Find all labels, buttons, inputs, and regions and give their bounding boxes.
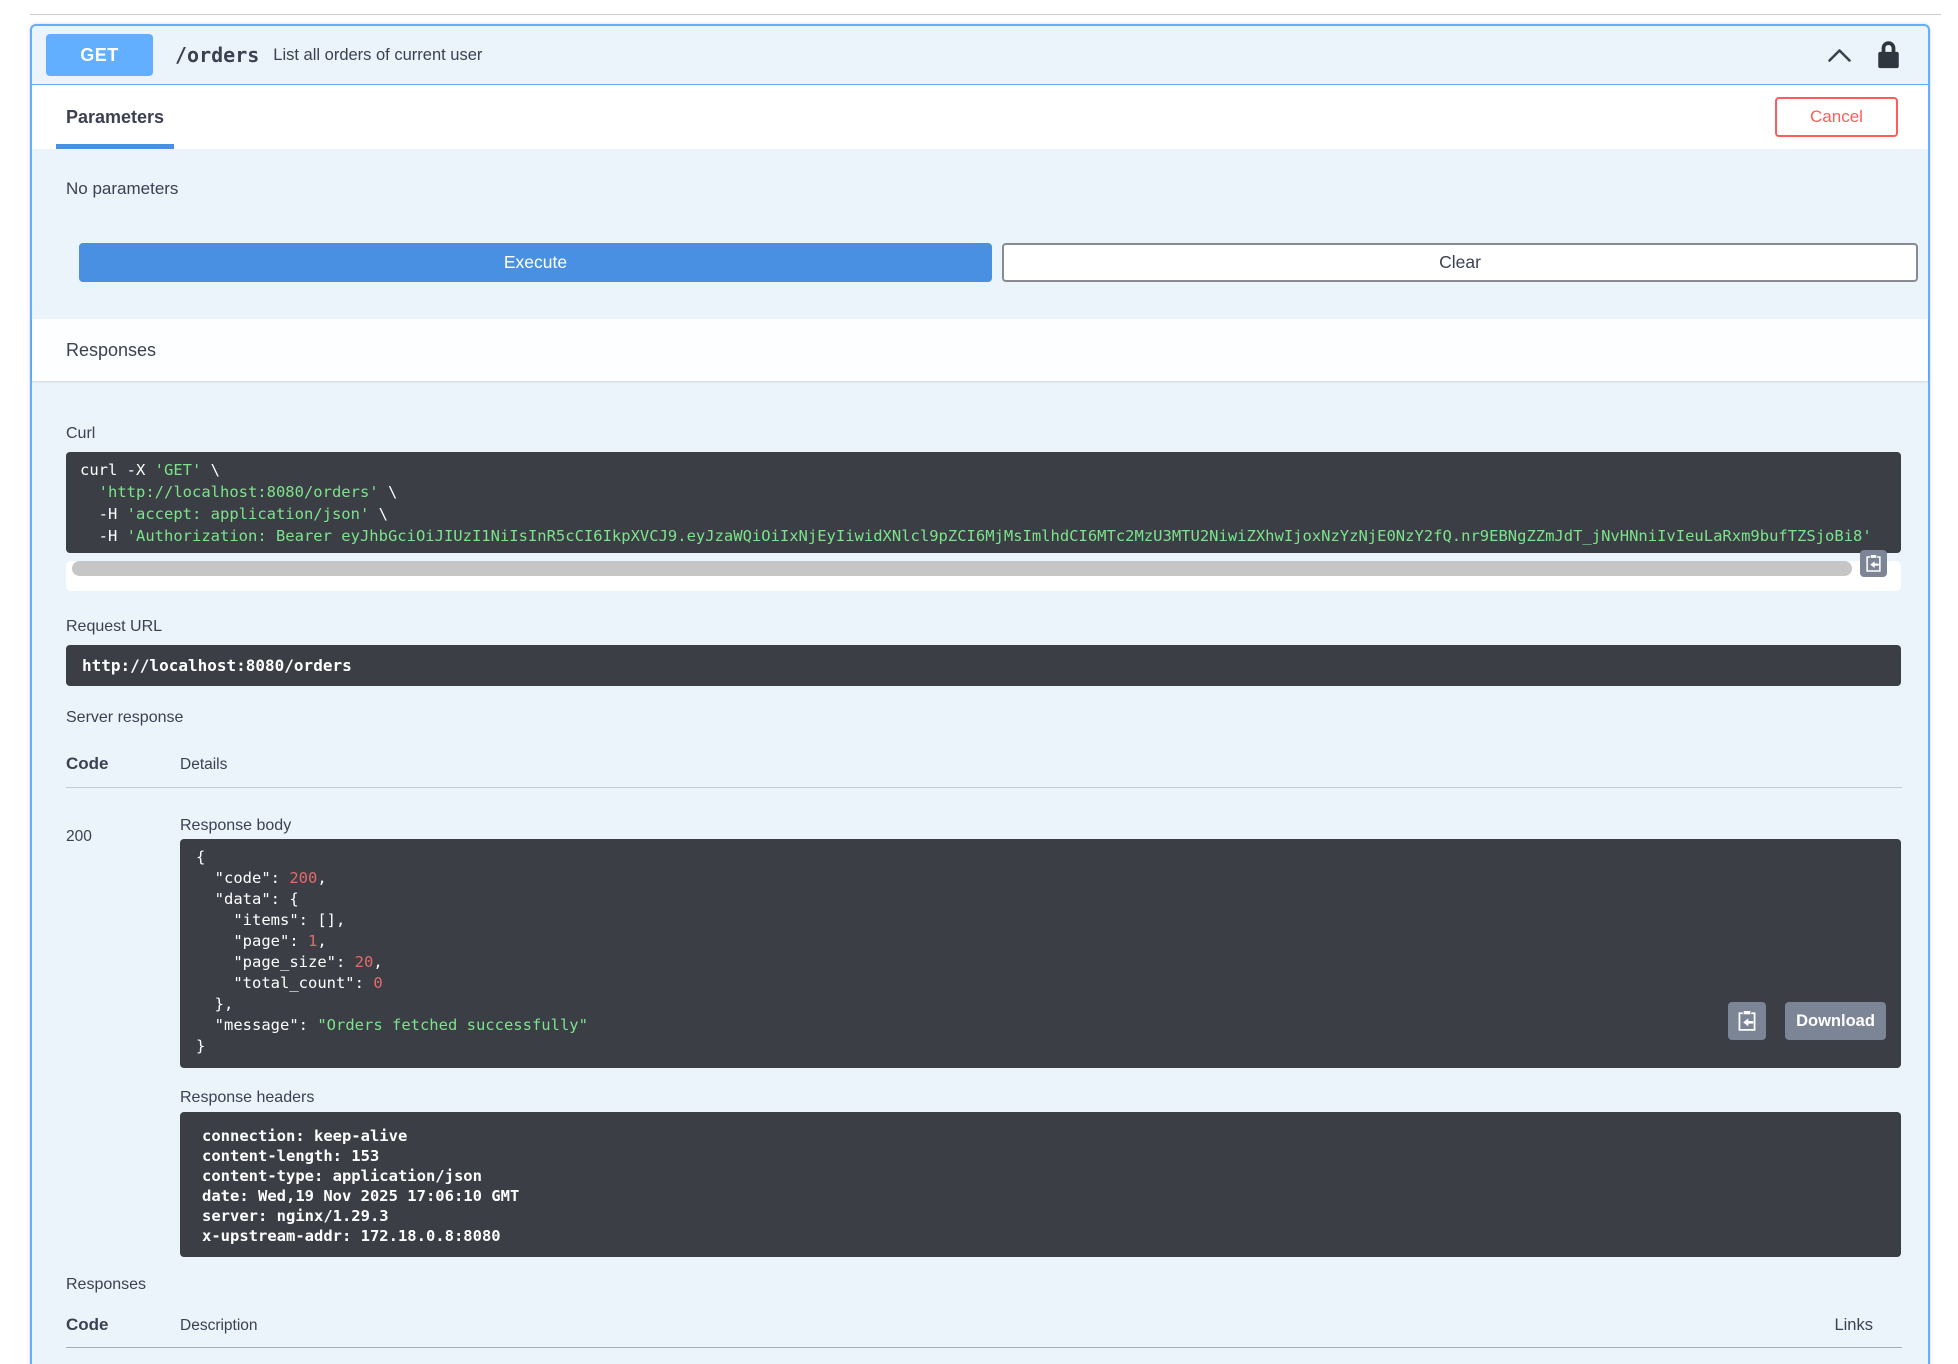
no-parameters-text: No parameters bbox=[66, 179, 179, 198]
responses-code-header: Code bbox=[66, 1315, 109, 1334]
responses-section-title: Responses bbox=[66, 339, 157, 360]
status-code: 200 bbox=[66, 828, 92, 845]
parameters-section: No parameters Execute Clear bbox=[32, 149, 1928, 319]
execute-row: Execute Clear bbox=[79, 243, 1918, 282]
endpoint-path: /orders bbox=[175, 43, 260, 67]
opblock-get-orders: GET /orders List all orders of current u… bbox=[30, 24, 1930, 1364]
curl-label: Curl bbox=[66, 425, 96, 442]
responses-section-body: Curl curl -X 'GET' \ 'http://localhost:8… bbox=[32, 381, 1928, 1348]
copy-curl-button[interactable] bbox=[1860, 550, 1887, 577]
method-badge: GET bbox=[46, 34, 153, 76]
section-divider bbox=[30, 14, 1941, 15]
clear-button[interactable]: Clear bbox=[1002, 243, 1918, 282]
response-body-block: { "code": 200, "data": { "items": [], "p… bbox=[180, 839, 1901, 1068]
responses-description-header: Description bbox=[180, 1317, 258, 1334]
curl-command[interactable]: curl -X 'GET' \ 'http://localhost:8080/o… bbox=[66, 452, 1901, 553]
code-column-header: Code bbox=[66, 754, 109, 773]
tab-parameters-label: Parameters bbox=[66, 106, 165, 127]
curl-block: curl -X 'GET' \ 'http://localhost:8080/o… bbox=[66, 452, 1901, 591]
response-body-json: { "code": 200, "data": { "items": [], "p… bbox=[196, 848, 588, 1055]
response-headers-block: connection: keep-alive content-length: 1… bbox=[180, 1112, 1901, 1257]
request-url-value: http://localhost:8080/orders bbox=[66, 645, 1901, 686]
response-headers-label: Response headers bbox=[180, 1089, 315, 1106]
responses-table-divider bbox=[66, 1347, 1902, 1348]
download-button[interactable]: Download bbox=[1785, 1002, 1886, 1040]
tab-active-underline bbox=[56, 144, 175, 149]
execute-button[interactable]: Execute bbox=[79, 243, 992, 282]
request-url-label: Request URL bbox=[66, 618, 163, 635]
response-body-label: Response body bbox=[180, 817, 292, 834]
endpoint-description: List all orders of current user bbox=[273, 45, 483, 64]
cancel-button[interactable]: Cancel bbox=[1775, 97, 1898, 137]
tab-parameters[interactable]: Parameters bbox=[56, 85, 175, 149]
responses-table-header: Code Description Links bbox=[66, 1315, 1901, 1335]
server-response-table-header: Code Details bbox=[66, 754, 1901, 774]
server-response-label: Server response bbox=[66, 709, 184, 726]
details-column-header: Details bbox=[180, 756, 228, 773]
curl-scrollbar-thumb[interactable] bbox=[72, 561, 1852, 576]
response-body-actions: Download bbox=[1728, 1002, 1886, 1040]
server-response-row: 200 Response body { "code": 200, "data":… bbox=[66, 788, 1901, 1257]
responses-table-label: Responses bbox=[66, 1276, 147, 1293]
responses-links-header: Links bbox=[1834, 1316, 1873, 1334]
tab-bar: Parameters Cancel bbox=[32, 85, 1928, 149]
copy-response-button[interactable] bbox=[1728, 1002, 1766, 1040]
collapse-chevron-up-icon[interactable] bbox=[1827, 48, 1852, 63]
curl-scrollbar-track[interactable] bbox=[66, 561, 1901, 591]
operation-summary[interactable]: GET /orders List all orders of current u… bbox=[32, 26, 1928, 85]
auth-lock-icon[interactable] bbox=[1876, 40, 1901, 70]
responses-section-header: Responses bbox=[32, 319, 1928, 381]
